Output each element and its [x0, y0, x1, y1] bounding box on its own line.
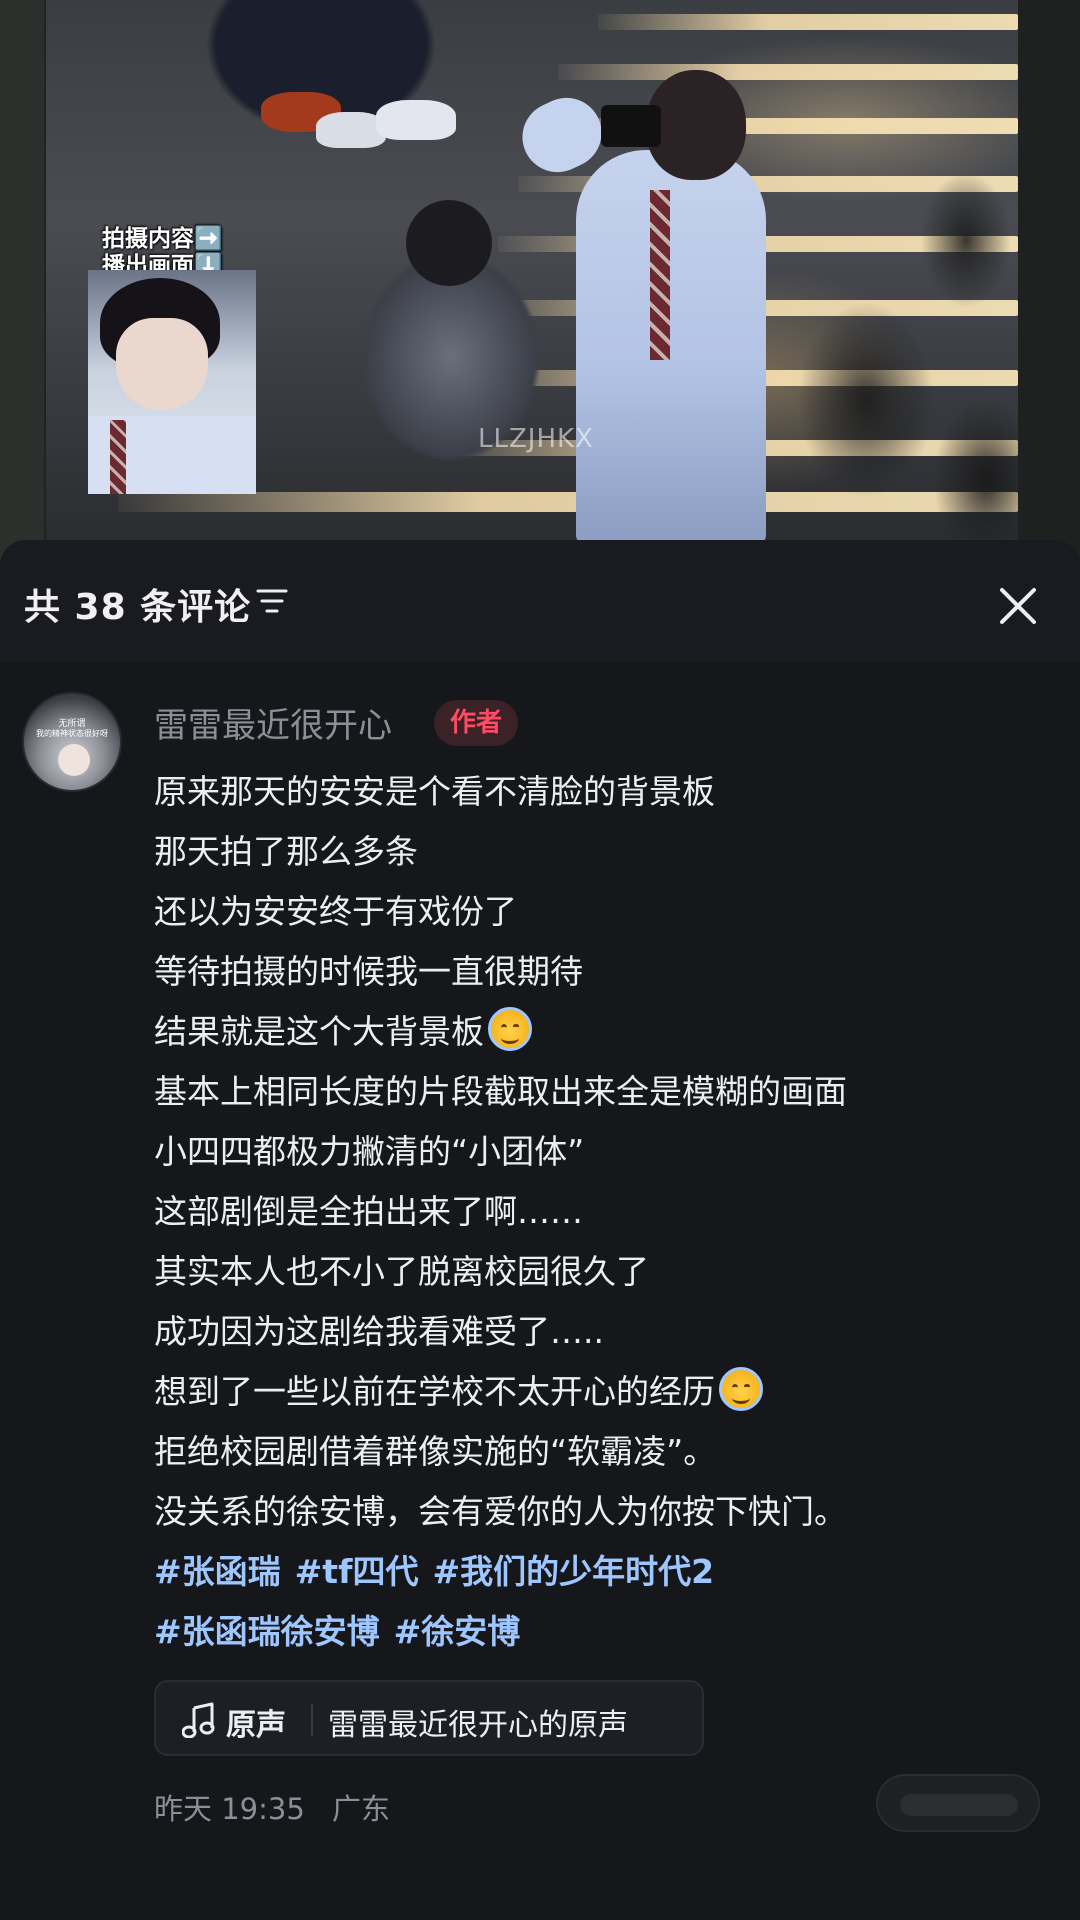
comment-line: 想到了一些以前在学校不太开心的经历 — [154, 1362, 1054, 1422]
like-button[interactable] — [876, 1774, 1040, 1832]
hashtag-link[interactable]: #张函瑞 — [154, 1552, 281, 1591]
comment-line-text: 想到了一些以前在学校不太开心的经历 — [154, 1372, 715, 1411]
lit-stair — [598, 14, 1018, 30]
hashtag-row: #张函瑞徐安博 #徐安博 — [154, 1602, 1054, 1662]
comment-line: 等待拍摄的时候我一直很期待 — [154, 952, 583, 991]
avatar-face — [58, 744, 90, 776]
inset-face — [116, 318, 208, 410]
sound-title: 雷雷最近很开心的原声 — [328, 1708, 628, 1743]
music-note-icon — [182, 1702, 215, 1738]
comment-line: 拒绝校园剧借着群像实施的“软霸凌”。 — [154, 1432, 717, 1471]
sort-filter-icon[interactable] — [256, 586, 288, 616]
comment-line: 这部剧倒是全拍出来了啊…… — [154, 1192, 583, 1231]
hashtag-link[interactable]: #tf四代 — [295, 1552, 419, 1591]
halo-smile-emoji-icon — [488, 1007, 532, 1051]
comments-header: 共 38 条评论 — [0, 540, 1080, 662]
comment-line: 结果就是这个大背景板 — [154, 1002, 1054, 1062]
divider — [311, 1704, 313, 1736]
hashtag-link[interactable]: #徐安博 — [394, 1612, 521, 1651]
avatar-text: 我的精神状态很好呀 — [36, 729, 108, 738]
author-badge: 作者 — [434, 700, 519, 746]
sneaker — [376, 100, 456, 140]
crouching-person-head — [406, 200, 492, 286]
comment-line: 小四四都极力撇清的“小团体” — [154, 1132, 585, 1171]
inset-broadcast-frame — [88, 270, 256, 494]
lit-stair — [558, 64, 1018, 80]
video-player[interactable]: 拍摄内容➡️ 播出画面⬇️ LLZJHKX — [0, 0, 1080, 560]
comments-panel: 共 38 条评论 无所谓 我的精神状态很好呀 雷雷最近很开心 作者 原来那天的安… — [0, 540, 1080, 1920]
inset-caption-line: 拍摄内容➡️ — [102, 226, 223, 252]
comment-line: 原来那天的安安是个看不清脸的背景板 — [154, 772, 715, 811]
foreground-plants — [666, 80, 1018, 545]
comment-line: 还以为安安终于有戏份了 — [154, 892, 517, 931]
camera — [601, 105, 661, 147]
comment-line: 没关系的徐安博，会有爱你的人为你按下快门。 — [154, 1492, 847, 1531]
video-watermark: LLZJHKX — [478, 424, 594, 454]
comment-line-text: 结果就是这个大背景板 — [154, 1012, 484, 1051]
hashtag-link[interactable]: #我们的少年时代2 — [432, 1552, 714, 1591]
comment-line: 基本上相同长度的片段截取出来全是模糊的画面 — [154, 1072, 847, 1111]
hashtag-row: #张函瑞 #tf四代 #我们的少年时代2 — [154, 1542, 1054, 1602]
comment-location: 广东 — [332, 1792, 391, 1826]
hashtag-link[interactable]: #张函瑞徐安博 — [154, 1612, 380, 1651]
close-icon[interactable] — [990, 578, 1046, 634]
comment-username[interactable]: 雷雷最近很开心 — [154, 698, 392, 747]
inset-tie — [110, 420, 126, 494]
halo-smile-emoji-icon — [719, 1367, 763, 1411]
comment-line: 成功因为这剧给我看难受了….. — [154, 1312, 604, 1351]
comment-line: 其实本人也不小了脱离校园很久了 — [154, 1252, 649, 1291]
comment-body: 原来那天的安安是个看不清脸的背景板 那天拍了那么多条 还以为安安终于有戏份了 等… — [154, 762, 1054, 1662]
like-button-blurred-content — [900, 1794, 1018, 1816]
comment-line: 那天拍了那么多条 — [154, 832, 418, 871]
comment-count-title: 共 38 条评论 — [24, 587, 252, 628]
comment-timestamp: 昨天 19:35 — [154, 1792, 305, 1826]
sound-label: 原声 — [226, 1708, 286, 1743]
avatar[interactable]: 无所谓 我的精神状态很好呀 — [22, 692, 122, 792]
original-sound-chip[interactable]: 原声 雷雷最近很开心的原声 — [154, 1680, 704, 1756]
